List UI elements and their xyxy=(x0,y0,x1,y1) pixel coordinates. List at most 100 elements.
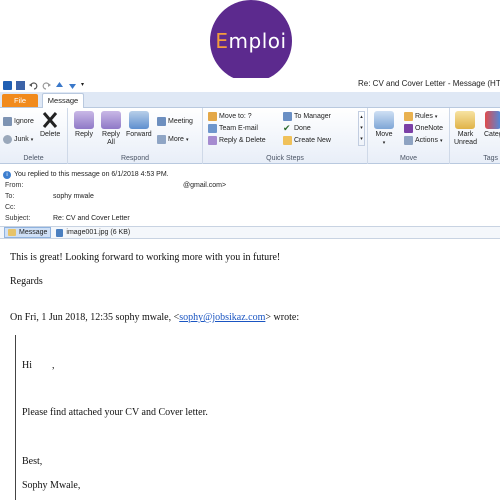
body-line-1: This is great! Looking forward to workin… xyxy=(10,252,281,263)
redo-icon[interactable] xyxy=(42,81,51,90)
logo-wordmark: mploi xyxy=(228,29,287,53)
actions-button[interactable]: Actions ▾ xyxy=(404,135,442,146)
move-label: Move xyxy=(375,131,393,138)
quote-email-link[interactable]: sophy@jobsikaz.com xyxy=(179,312,265,323)
quote-header: On Fri, 1 Jun 2018, 12:35 sophy mwale, <… xyxy=(10,312,299,323)
mark-unread-button[interactable]: Mark Unread xyxy=(454,111,477,147)
meeting-icon xyxy=(157,117,166,126)
to-manager-label: To Manager xyxy=(294,113,331,120)
ribbon: Ignore Junk ▾ Delete Delete Reply Reply A… xyxy=(0,108,500,164)
quickstep-to-manager[interactable]: To Manager xyxy=(283,111,331,122)
rules-button[interactable]: Rules ▾ xyxy=(404,111,437,122)
group-label-quick-steps: Quick Steps xyxy=(266,155,304,162)
cc-row: Cc: xyxy=(5,204,53,214)
more-label: More xyxy=(168,136,184,143)
forward-icon xyxy=(128,111,149,129)
message-body: This is great! Looking forward to workin… xyxy=(0,240,500,500)
quickstep-team-email[interactable]: Team E-mail xyxy=(208,123,258,134)
emploi-logo: Emploi xyxy=(210,0,292,82)
quickstep-reply-delete[interactable]: Reply & Delete xyxy=(208,135,266,146)
reply-label: Reply xyxy=(75,131,93,138)
reply-info-bar: i You replied to this message on 6/1/201… xyxy=(0,169,500,180)
quote-prefix: On Fri, 1 Jun 2018, 12:35 sophy mwale, < xyxy=(10,312,180,323)
reply-info-text: You replied to this message on 6/1/2018 … xyxy=(14,171,169,178)
customize-toolbar-icon[interactable]: ▾ xyxy=(81,81,90,90)
to-manager-icon xyxy=(283,112,292,121)
forward-button[interactable]: Forward xyxy=(126,111,152,139)
quick-steps-scroll[interactable]: ▴ ▾ ▾ xyxy=(358,111,365,146)
quoted-closing: Best, xyxy=(22,456,43,467)
create-new-icon xyxy=(283,136,292,145)
quickstep-done[interactable]: ✔ Done xyxy=(283,123,311,134)
onenote-icon xyxy=(404,124,413,133)
message-tab-label: Message xyxy=(19,229,48,236)
subject-row: Subject: Re: CV and Cover Letter xyxy=(5,215,130,225)
move-button[interactable]: Move ▾ xyxy=(374,111,394,147)
subject-label: Subject: xyxy=(5,215,31,222)
move-to-label: Move to: ? xyxy=(219,113,252,120)
to-row: To: sophy mwale xyxy=(5,193,94,203)
categorize-icon xyxy=(485,111,500,129)
attachment-file-label: image001.jpg (6 KB) xyxy=(66,229,131,236)
team-email-label: Team E-mail xyxy=(219,125,258,132)
done-label: Done xyxy=(294,125,311,132)
from-redacted xyxy=(53,182,183,190)
delete-button[interactable]: Delete xyxy=(40,111,60,139)
subject-value: Re: CV and Cover Letter xyxy=(53,215,130,222)
more-icon xyxy=(157,135,166,144)
meeting-button[interactable]: Meeting xyxy=(157,116,193,127)
actions-icon xyxy=(404,136,413,145)
ignore-icon xyxy=(3,117,12,126)
categorize-button[interactable]: Categ xyxy=(484,111,500,139)
attachment-image001[interactable]: image001.jpg (6 KB) xyxy=(56,228,131,237)
group-label-delete: Delete xyxy=(23,155,44,162)
reply-all-button[interactable]: Reply All xyxy=(101,111,121,147)
quickstep-move-to[interactable]: Move to: ? xyxy=(208,111,252,122)
attachment-bar: Message image001.jpg (6 KB) xyxy=(0,226,500,239)
title-bar: ▾ Re: CV and Cover Letter - Message (HTM… xyxy=(0,78,500,92)
group-tags: Mark Unread Categ Tags xyxy=(450,108,500,164)
rules-icon xyxy=(404,112,413,121)
from-row: From: @gmail.com> xyxy=(5,182,226,192)
image-file-icon xyxy=(56,228,64,237)
rules-label: Rules xyxy=(415,113,433,120)
save-icon[interactable] xyxy=(16,80,25,90)
quoted-signature: Sophy Mwale, xyxy=(22,480,81,491)
up-arrow-icon[interactable] xyxy=(55,81,64,90)
group-label-respond: Respond xyxy=(120,155,150,162)
quickstep-create-new[interactable]: Create New xyxy=(283,135,331,146)
logo-area: Emploi xyxy=(0,0,500,82)
categorize-label: Categ xyxy=(484,131,500,138)
undo-icon[interactable] xyxy=(29,81,38,90)
team-email-icon xyxy=(208,124,217,133)
onenote-button[interactable]: OneNote xyxy=(404,123,443,134)
ignore-label: Ignore xyxy=(14,118,34,125)
reply-all-label: Reply All xyxy=(102,131,120,146)
message-headers: From: @gmail.com> To: sophy mwale Cc: Su… xyxy=(0,181,500,225)
from-label: From: xyxy=(5,182,24,189)
envelope-icon xyxy=(455,111,476,129)
tab-file[interactable]: File xyxy=(2,94,38,107)
window-title: Re: CV and Cover Letter - Message (HTML) xyxy=(358,79,500,88)
reply-delete-label: Reply & Delete xyxy=(219,137,266,144)
from-value[interactable]: @gmail.com> xyxy=(183,182,226,192)
logo-letter-e: E xyxy=(215,29,229,53)
group-respond: Reply Reply All Forward Meeting More ▾ Re… xyxy=(68,108,203,164)
ribbon-tabs: File Message xyxy=(0,92,500,108)
actions-label: Actions xyxy=(415,137,438,144)
ignore-button[interactable]: Ignore xyxy=(3,116,34,127)
forward-label: Forward xyxy=(126,131,152,138)
quote-suffix: > wrote: xyxy=(265,312,300,323)
create-new-label: Create New xyxy=(294,137,331,144)
message-attachment-tab[interactable]: Message xyxy=(4,227,52,238)
message-icon xyxy=(8,229,16,236)
junk-button[interactable]: Junk ▾ xyxy=(3,134,33,145)
meeting-label: Meeting xyxy=(168,118,193,125)
to-value[interactable]: sophy mwale xyxy=(53,193,94,203)
tab-message[interactable]: Message xyxy=(42,93,84,108)
reply-icon xyxy=(74,111,94,129)
cc-label: Cc: xyxy=(5,204,16,211)
more-button[interactable]: More ▾ xyxy=(157,134,188,145)
down-arrow-icon[interactable] xyxy=(68,81,77,90)
reply-button[interactable]: Reply xyxy=(74,111,94,139)
